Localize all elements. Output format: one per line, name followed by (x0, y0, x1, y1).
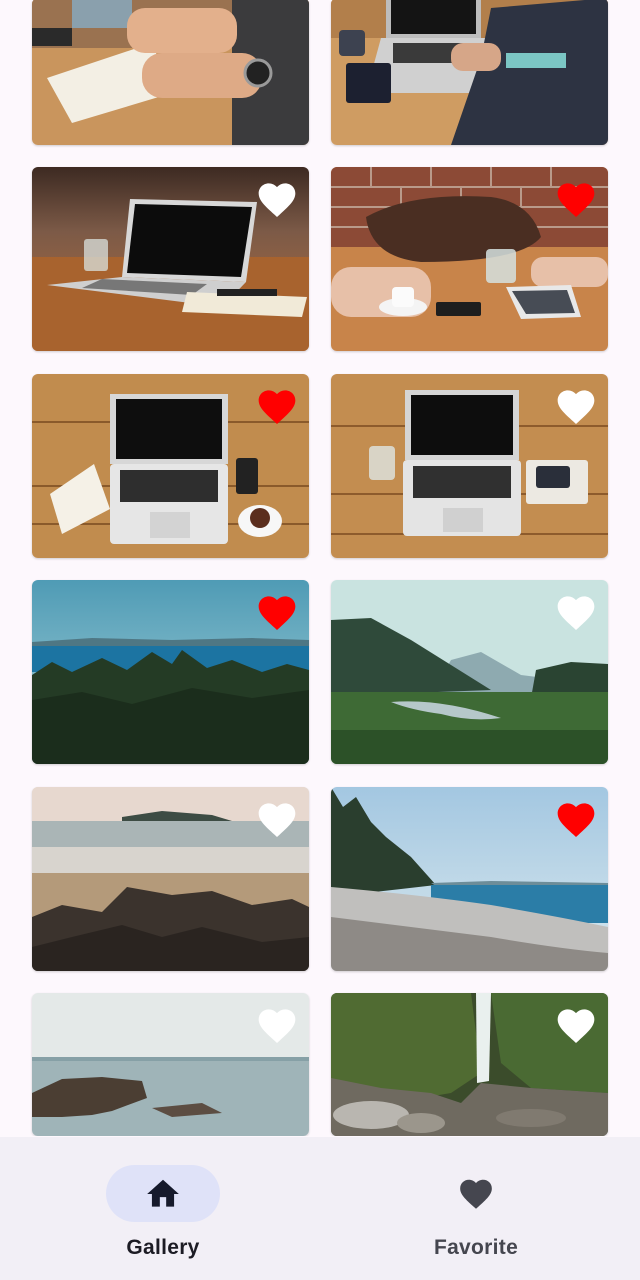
gallery-item-laptop-typing[interactable] (331, 0, 608, 145)
heart-filled-icon (258, 390, 296, 424)
gallery-item-laptop-wood-desk[interactable] (32, 374, 309, 558)
laptop-typing-photo (331, 0, 608, 145)
heart-filled-icon (557, 803, 595, 837)
favorite-toggle[interactable] (554, 1003, 598, 1045)
active-indicator-pill (106, 1165, 220, 1222)
gallery-item-pebble-shore[interactable] (331, 787, 608, 971)
gallery-item-laptop-on-table[interactable] (32, 167, 309, 351)
inactive-indicator-pill (419, 1165, 533, 1222)
gallery-item-meeting-table[interactable] (331, 167, 608, 351)
nav-label-favorite: Favorite (433, 1236, 519, 1259)
heart-filled-icon (258, 596, 296, 630)
bottom-navigation: Gallery Favorite (0, 1137, 640, 1280)
heart-outline-icon (258, 183, 296, 217)
gallery-item-laptop-glass-desk[interactable] (331, 374, 608, 558)
gallery-item-valley-river[interactable] (331, 580, 608, 764)
app-screen: Gallery Favorite (0, 0, 640, 1280)
gallery-item-forest-sea[interactable] (32, 580, 309, 764)
heart-outline-icon (258, 803, 296, 837)
favorite-toggle[interactable] (554, 797, 598, 839)
favorite-toggle[interactable] (255, 1003, 299, 1045)
home-icon (147, 1179, 179, 1207)
notebook-writing-photo (32, 0, 309, 145)
favorite-toggle[interactable] (255, 384, 299, 426)
favorite-toggle[interactable] (554, 177, 598, 219)
heart-outline-icon (557, 390, 595, 424)
favorite-toggle[interactable] (255, 797, 299, 839)
gallery-item-calm-sea-rocks[interactable] (32, 993, 309, 1136)
gallery-item-notebook-writing[interactable] (32, 0, 309, 145)
gallery-item-waterfall-canyon[interactable] (331, 993, 608, 1136)
favorite-toggle[interactable] (255, 590, 299, 632)
heart-outline-icon (557, 596, 595, 630)
favorite-toggle[interactable] (255, 177, 299, 219)
heart-outline-icon (258, 1009, 296, 1043)
heart-outline-icon (557, 1009, 595, 1043)
heart-filled-icon (557, 183, 595, 217)
nav-item-favorite[interactable]: Favorite (396, 1165, 556, 1259)
nav-item-gallery[interactable]: Gallery (83, 1165, 243, 1259)
gallery-item-rocky-beach[interactable] (32, 787, 309, 971)
nav-label-gallery: Gallery (126, 1236, 200, 1259)
heart-icon (460, 1179, 492, 1209)
favorite-toggle[interactable] (554, 384, 598, 426)
gallery-grid[interactable] (0, 0, 640, 1136)
favorite-toggle[interactable] (554, 590, 598, 632)
